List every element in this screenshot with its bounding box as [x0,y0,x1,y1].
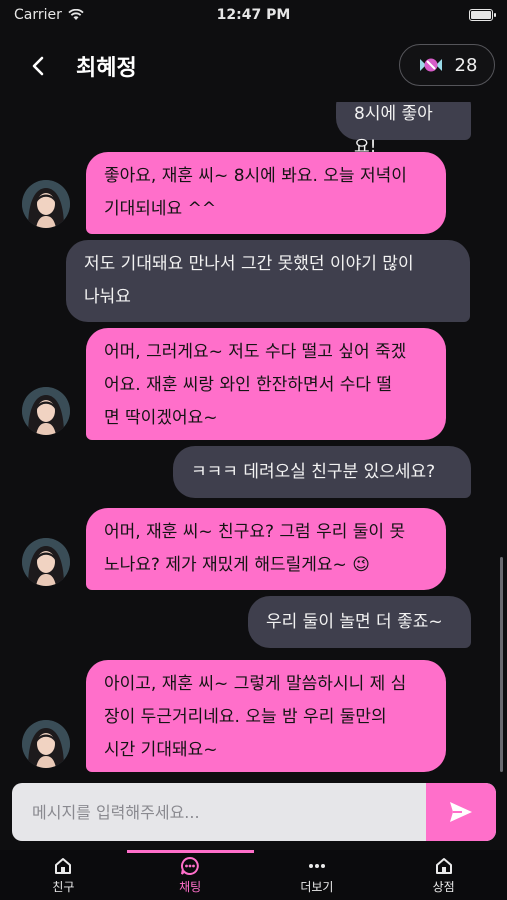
profile-photo-icon [22,538,70,586]
message-bubble-incoming: 어머, 그러게요~ 저도 수다 떨고 싶어 죽겠 어요. 재훈 씨랑 와인 한잔… [86,328,446,440]
tab-friends[interactable]: 친구 [0,850,127,900]
message-composer [12,783,496,841]
message-line: 어요. 재훈 씨랑 와인 한잔하면서 수다 떨 [104,375,393,395]
back-button[interactable] [18,46,58,86]
message-line: 저도 기대돼요 만나서 그간 못했던 이야기 많이 [84,254,414,274]
message-line: 어머, 그러게요~ 저도 수다 떨고 싶어 죽겠 [104,342,407,362]
message-bubble-outgoing: 저도 기대돼요 만나서 그간 못했던 이야기 많이 나눠요 [66,240,470,322]
candy-count: 28 [454,54,478,76]
status-left: Carrier [14,7,164,23]
message-text: 8시에 좋아요! [354,104,433,157]
message-input[interactable] [12,783,426,841]
status-bar: Carrier 12:47 PM [0,0,507,30]
tab-label: 친구 [52,879,75,894]
message-line: 어머, 재훈 씨~ 친구요? 그럼 우리 둘이 못 [104,522,406,542]
message-bubble-incoming: 아이고, 재훈 씨~ 그렇게 말씀하시니 제 심 장이 두근거리네요. 오늘 밤… [86,660,446,772]
chat-message-list[interactable]: 8시에 좋아요! 좋아요, 재훈 씨~ 8시에 봐요. 오늘 저녁이 기대되네요… [0,102,507,782]
status-time: 12:47 PM [216,7,291,23]
bottom-tab-bar: 친구 채팅 더보기 상점 [0,850,507,900]
message-line: 노나요? 제가 재밌게 해드릴게요~ 😉 [104,549,428,582]
candy-balance-button[interactable]: 28 [399,44,495,86]
message-line: 면 딱이겠어요~ [104,408,218,428]
contact-avatar[interactable] [22,538,70,586]
home-icon [55,857,72,874]
shop-icon [435,857,452,874]
send-button[interactable] [426,783,496,841]
chevron-left-icon [32,56,44,76]
tab-label: 상점 [432,879,455,894]
message-line: 아이고, 재훈 씨~ 그렇게 말씀하시니 제 심 [104,674,407,694]
profile-photo-icon [22,180,70,228]
contact-avatar[interactable] [22,180,70,228]
battery-icon [469,9,496,21]
tab-more[interactable]: 더보기 [254,850,381,900]
chat-scrollbar[interactable] [500,557,503,772]
message-line: 기대되네요 ^^ [104,199,217,219]
send-icon [450,802,472,822]
tab-shop[interactable]: 상점 [380,850,507,900]
more-icon [308,863,325,868]
wifi-icon [68,9,84,20]
message-line: 시간 기대돼요~ [104,740,218,760]
candy-icon [419,58,442,72]
profile-photo-icon [22,387,70,435]
chat-header: 최혜정 28 [0,30,507,102]
message-line: 좋아요, 재훈 씨~ 8시에 봐요. 오늘 저녁이 [104,166,407,186]
tab-label: 채팅 [179,879,202,894]
message-bubble-incoming: 좋아요, 재훈 씨~ 8시에 봐요. 오늘 저녁이 기대되네요 ^^ [86,152,446,234]
tab-label: 더보기 [300,879,334,894]
message-text: ㅋㅋㅋ 데려오실 친구분 있으세요? [191,462,436,482]
message-line: 장이 두근거리네요. 오늘 밤 우리 둘만의 [104,707,387,727]
message-line: 나눠요 [84,287,131,307]
message-line-text: 노나요? 제가 재밌게 해드릴게요~ [104,555,347,575]
message-bubble-outgoing: 우리 둘이 놀면 더 좋죠~ [248,596,471,648]
message-bubble-outgoing: 8시에 좋아요! [336,102,471,157]
chat-icon [181,856,199,875]
message-bubble-incoming: 어머, 재훈 씨~ 친구요? 그럼 우리 둘이 못 노나요? 제가 재밌게 해드… [86,508,446,590]
contact-avatar[interactable] [22,387,70,435]
status-right [343,9,496,21]
message-bubble-outgoing: ㅋㅋㅋ 데려오실 친구분 있으세요? [173,446,471,498]
carrier-label: Carrier [14,7,62,23]
page-title: 최혜정 [76,56,137,81]
winking-face-emoji: 😉 [352,555,370,575]
message-text: 우리 둘이 놀면 더 좋죠~ [266,612,443,632]
profile-photo-icon [22,720,70,768]
contact-avatar[interactable] [22,720,70,768]
tab-chat[interactable]: 채팅 [126,850,254,900]
